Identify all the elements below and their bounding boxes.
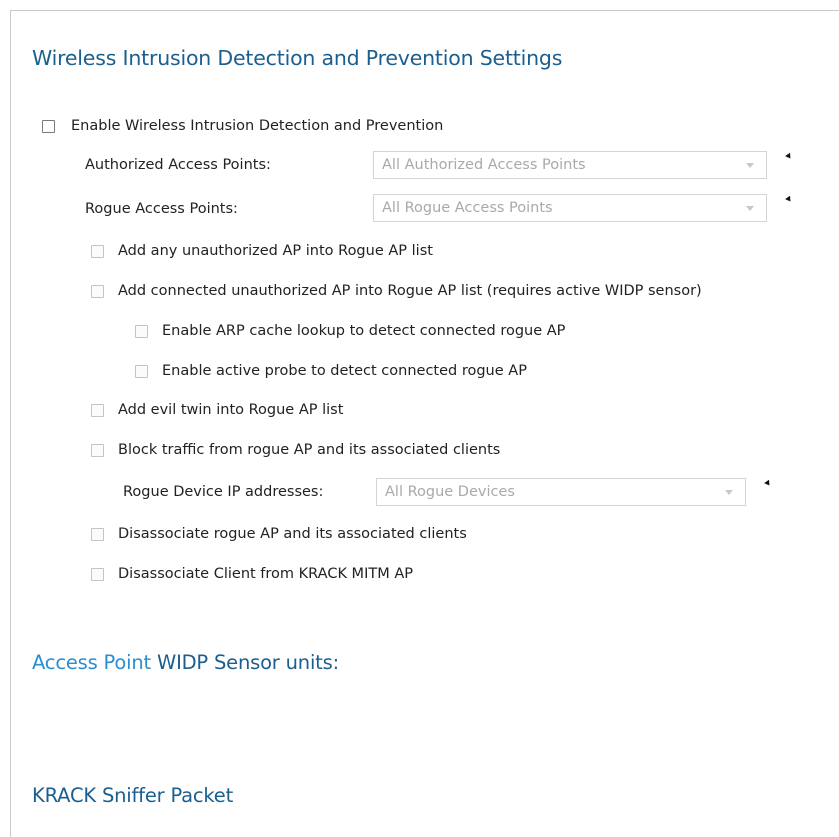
enable-widp-label: Enable Wireless Intrusion Detection and … bbox=[71, 118, 444, 134]
section-title-accent: Access Point bbox=[32, 651, 151, 674]
rogue-ap-select[interactable]: All Rogue Access Points bbox=[373, 194, 767, 222]
option-label: Enable ARP cache lookup to detect connec… bbox=[162, 323, 566, 339]
arp-lookup-checkbox[interactable] bbox=[135, 324, 148, 338]
enable-widp-row: Enable Wireless Intrusion Detection and … bbox=[42, 118, 443, 134]
option-block-traffic-row: Block traffic from rogue AP and its asso… bbox=[91, 442, 500, 458]
block-traffic-checkbox[interactable] bbox=[91, 443, 104, 457]
option-arp-lookup-row: Enable ARP cache lookup to detect connec… bbox=[135, 323, 565, 339]
option-label: Block traffic from rogue AP and its asso… bbox=[118, 442, 501, 458]
option-evil-twin-row: Add evil twin into Rogue AP list bbox=[91, 402, 343, 418]
option-disassociate-krack-row: Disassociate Client from KRACK MITM AP bbox=[91, 566, 413, 582]
add-connected-checkbox[interactable] bbox=[91, 284, 104, 298]
option-label: Add evil twin into Rogue AP list bbox=[118, 402, 344, 418]
option-label: Add connected unauthorized AP into Rogue… bbox=[118, 283, 702, 299]
option-label: Add any unauthorized AP into Rogue AP li… bbox=[118, 243, 433, 259]
add-unauthorized-checkbox[interactable] bbox=[91, 244, 104, 258]
option-add-connected-row: Add connected unauthorized AP into Rogue… bbox=[91, 283, 702, 299]
chevron-down-icon bbox=[746, 163, 754, 168]
active-probe-checkbox[interactable] bbox=[135, 364, 148, 378]
option-label: Enable active probe to detect connected … bbox=[162, 363, 527, 379]
chevron-down-icon bbox=[725, 490, 733, 495]
option-add-unauthorized-row: Add any unauthorized AP into Rogue AP li… bbox=[91, 243, 433, 259]
authorized-ap-select-value: All Authorized Access Points bbox=[382, 157, 586, 173]
rogue-ip-label: Rogue Device IP addresses: bbox=[123, 484, 324, 500]
section-title-rest: WIDP Sensor units: bbox=[150, 651, 339, 674]
disassociate-rogue-checkbox[interactable] bbox=[91, 527, 104, 541]
option-label: Disassociate Client from KRACK MITM AP bbox=[118, 566, 413, 582]
rogue-ip-select[interactable]: All Rogue Devices bbox=[376, 478, 746, 506]
option-label: Disassociate rogue AP and its associated… bbox=[118, 526, 467, 542]
evil-twin-checkbox[interactable] bbox=[91, 403, 104, 417]
section-title-widp-sensor-units: Access Point WIDP Sensor units: bbox=[32, 651, 339, 674]
section-title-widp-settings: Wireless Intrusion Detection and Prevent… bbox=[32, 46, 563, 70]
settings-panel bbox=[10, 10, 839, 837]
authorized-ap-label: Authorized Access Points: bbox=[85, 157, 271, 173]
option-active-probe-row: Enable active probe to detect connected … bbox=[135, 363, 527, 379]
enable-widp-checkbox[interactable] bbox=[42, 119, 55, 133]
rogue-ap-label: Rogue Access Points: bbox=[85, 201, 238, 217]
rogue-ip-select-value: All Rogue Devices bbox=[385, 484, 515, 500]
authorized-ap-select[interactable]: All Authorized Access Points bbox=[373, 151, 767, 179]
rogue-ap-select-value: All Rogue Access Points bbox=[382, 200, 553, 216]
section-title-krack-sniffer: KRACK Sniffer Packet bbox=[32, 784, 234, 807]
disassociate-krack-checkbox[interactable] bbox=[91, 567, 104, 581]
option-disassociate-rogue-row: Disassociate rogue AP and its associated… bbox=[91, 526, 467, 542]
chevron-down-icon bbox=[746, 206, 754, 211]
